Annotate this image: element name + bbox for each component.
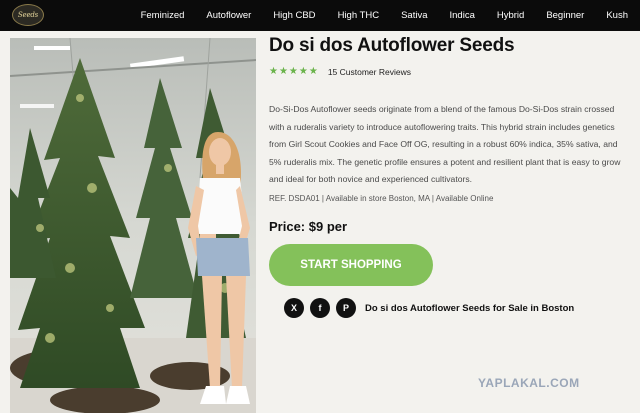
- nav-item-kush[interactable]: Kush: [606, 10, 628, 21]
- product-price: Price: $9 per: [269, 219, 348, 234]
- review-count-link[interactable]: 15 Customer Reviews: [328, 67, 411, 77]
- x-share-button[interactable]: X: [284, 298, 304, 318]
- nav-item-indica[interactable]: Indica: [450, 10, 475, 21]
- facebook-share-button[interactable]: f: [310, 298, 330, 318]
- nav-item-hybrid[interactable]: Hybrid: [497, 10, 524, 21]
- product-photo: [10, 38, 256, 413]
- nav-item-autoflower[interactable]: Autoflower: [206, 10, 251, 21]
- category-menu: Feminized Autoflower High CBD High THC S…: [119, 0, 628, 31]
- pinterest-icon: P: [342, 303, 349, 313]
- logo-text: Seeds: [17, 11, 39, 19]
- site-logo[interactable]: Seeds: [12, 4, 44, 26]
- rating-row: ★★★★★ 15 Customer Reviews: [269, 66, 411, 77]
- top-navigation: Seeds Feminized Autoflower High CBD High…: [0, 0, 640, 31]
- x-icon: X: [290, 303, 297, 313]
- pinterest-share-button[interactable]: P: [336, 298, 356, 318]
- sale-heading: Do si dos Autoflower Seeds for Sale in B…: [365, 302, 575, 314]
- nav-item-high-thc[interactable]: High THC: [338, 10, 380, 21]
- product-reference: REF. DSDA01 | Available in store Boston,…: [269, 194, 494, 203]
- star-rating-icon: ★★★★★: [269, 66, 319, 77]
- start-shopping-button[interactable]: START SHOPPING: [269, 244, 433, 286]
- nav-item-feminized[interactable]: Feminized: [141, 10, 185, 21]
- nav-item-high-cbd[interactable]: High CBD: [273, 10, 315, 21]
- facebook-icon: f: [318, 303, 322, 313]
- product-description: Do-Si-Dos Autoflower seeds originate fro…: [269, 104, 621, 185]
- watermark: YAPLAKAL.COM: [478, 376, 580, 390]
- nav-item-beginner[interactable]: Beginner: [546, 10, 584, 21]
- nav-item-sativa[interactable]: Sativa: [401, 10, 427, 21]
- share-row: X f P Do si dos Autoflower Seeds for Sal…: [284, 298, 574, 318]
- product-title: Do si dos Autoflower Seeds: [269, 35, 515, 56]
- product-photo-illustration: [10, 38, 256, 413]
